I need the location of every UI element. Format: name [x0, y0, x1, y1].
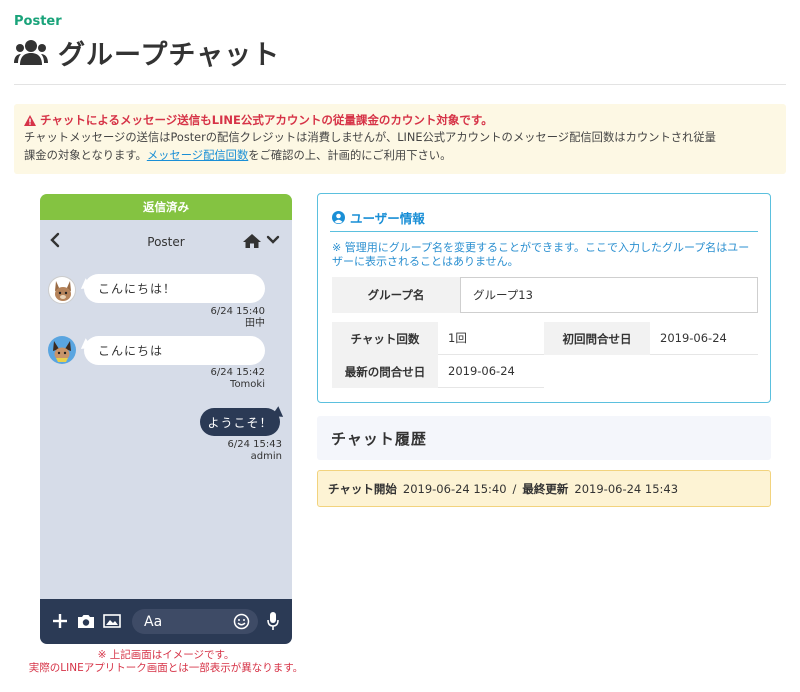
chat-input-toolbar: Aa [40, 599, 292, 644]
message-user: 田中 [245, 318, 265, 329]
alert-body-line2-pre: 課金の対象となります。 [24, 149, 147, 162]
chevron-down-icon[interactable] [266, 235, 280, 245]
reply-status-bar: 返信済み [40, 194, 292, 220]
history-updated-label: 最終更新 [522, 481, 569, 496]
emoji-icon[interactable] [233, 613, 250, 630]
user-circle-icon [332, 211, 345, 224]
chat-history-row: チャット開始 2019-06-24 15:40 / 最終更新 2019-06-2… [317, 470, 771, 507]
camera-icon[interactable] [77, 613, 95, 629]
message-user: Tomoki [230, 379, 265, 390]
alert-title-text: チャットによるメッセージ送信もLINE公式アカウントの従量課金のカウント対象です… [40, 113, 493, 127]
message-time: 6/24 15:42 [210, 367, 265, 378]
user-avatar [48, 336, 76, 364]
title-divider [14, 84, 786, 85]
chat-count-label: チャット回数 [332, 322, 438, 355]
group-name-input[interactable]: グループ13 [460, 277, 758, 313]
alert-body-line1: チャットメッセージの送信はPosterの配信クレジットは消費しませんが、LINE… [24, 131, 716, 144]
preview-disclaimer: ※ 上記画面はイメージです。 実際のLINEアプリトーク画面とは一部表示が異なり… [14, 649, 318, 675]
admin-message-bubble: ようこそ！ [200, 408, 280, 436]
message-time: 6/24 15:40 [210, 306, 265, 317]
chat-history-heading: チャット履歴 [317, 416, 771, 460]
alert-body-line2-post: をご確認の上、計画的にご利用下さい。 [248, 149, 452, 162]
warning-icon [24, 114, 36, 126]
user-avatar [48, 276, 76, 304]
alert-body: チャットメッセージの送信はPosterの配信クレジットは消費しませんが、LINE… [24, 129, 776, 165]
chat-header: Poster [40, 220, 292, 264]
group-name-label: グループ名 [332, 277, 460, 313]
history-start-value: 2019-06-24 15:40 [402, 481, 507, 496]
character-avatar-icon [53, 341, 71, 362]
message-bubble: こんにちは！ [84, 274, 265, 303]
message-count-link[interactable]: メッセージ配信回数 [147, 149, 248, 162]
history-updated-value: 2019-06-24 15:43 [574, 481, 679, 496]
message-meta: 6/24 15:40 田中 [160, 306, 265, 330]
message-bubble: こんにちは [84, 336, 265, 365]
card-divider [330, 231, 758, 232]
back-arrow-icon[interactable] [50, 232, 60, 248]
warning-alert: チャットによるメッセージ送信もLINE公式アカウントの従量課金のカウント対象です… [14, 104, 786, 174]
first-contact-label: 初回問合せ日 [544, 322, 650, 355]
users-icon [14, 40, 48, 65]
history-start-label: チャット開始 [328, 481, 397, 496]
plus-icon[interactable] [52, 613, 68, 629]
message-meta: 6/24 15:42 Tomoki [160, 367, 265, 391]
first-contact-value: 2019-06-24 [650, 322, 758, 355]
page-title: グループチャット [14, 34, 281, 71]
user-info-note: ※ 管理用にグループ名を変更することができます。ここで入力したグループ名はユーザ… [332, 241, 750, 268]
last-contact-label: 最新の問合せ日 [332, 355, 438, 388]
disclaimer-line1: ※ 上記画面はイメージです。 [97, 649, 235, 661]
microphone-icon[interactable] [266, 611, 280, 631]
user-info-title-text: ユーザー情報 [350, 211, 425, 226]
message-user: admin [250, 451, 282, 462]
user-info-card: ユーザー情報 ※ 管理用にグループ名を変更することができます。ここで入力したグル… [317, 193, 771, 403]
alert-title: チャットによるメッセージ送信もLINE公式アカウントの従量課金のカウント対象です… [24, 111, 776, 129]
message-input[interactable]: Aa [132, 609, 258, 634]
rabbit-avatar-icon [55, 281, 71, 301]
message-time: 6/24 15:43 [227, 439, 282, 450]
disclaimer-line2: 実際のLINEアプリトーク画面とは一部表示が異なります。 [28, 662, 304, 674]
last-contact-value: 2019-06-24 [438, 355, 544, 388]
history-separator: / [512, 481, 517, 496]
chat-count-value: 1回 [438, 322, 544, 355]
home-icon[interactable] [242, 233, 262, 249]
brand-label: Poster [14, 14, 62, 29]
line-chat-preview: 返信済み Poster こんにちは！ 6/24 15:40 田中 こんにちは 6… [40, 194, 292, 644]
message-input-placeholder: Aa [144, 613, 163, 630]
page-title-text: グループチャット [58, 39, 281, 71]
image-icon[interactable] [103, 613, 121, 629]
user-info-title: ユーザー情報 [332, 208, 425, 227]
message-meta: 6/24 15:43 admin [180, 439, 282, 463]
